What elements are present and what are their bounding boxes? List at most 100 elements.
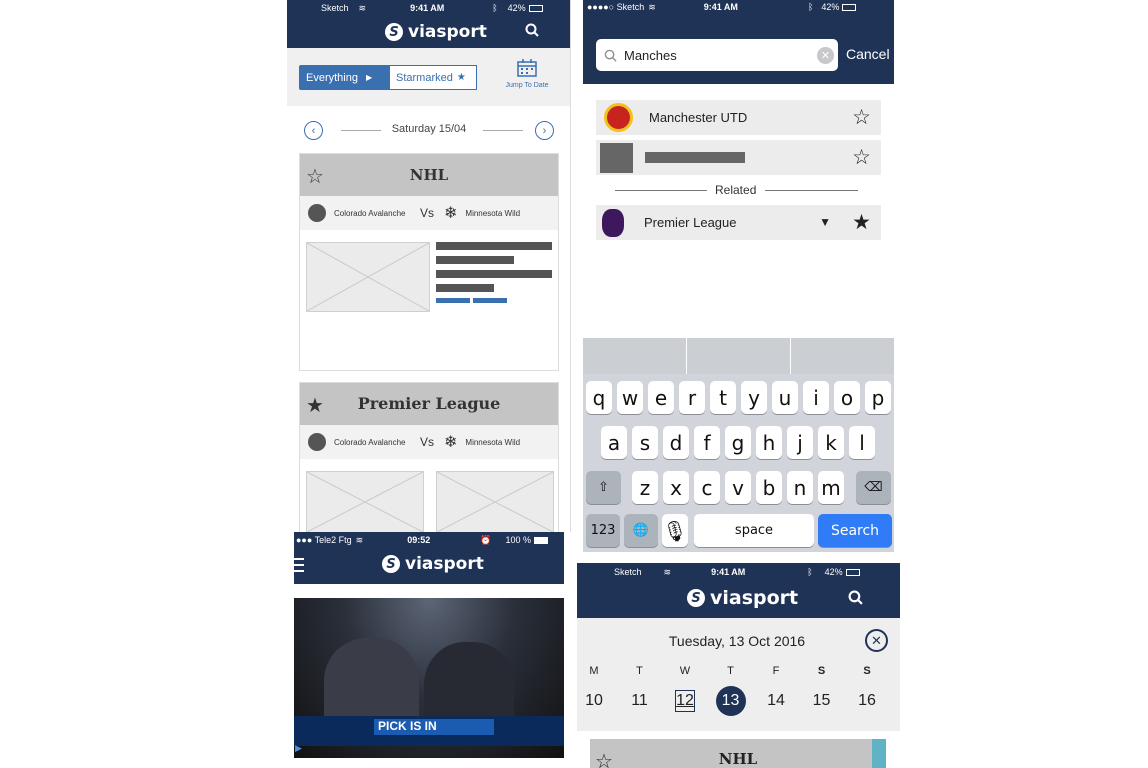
day-cell[interactable]: 10 [579,686,609,716]
prev-date-button[interactable]: ‹ [304,121,323,140]
space-key[interactable]: space [694,514,814,547]
play-icon[interactable]: ▶ [295,743,302,754]
day-cell[interactable]: 14 [761,686,791,716]
key-w[interactable]: w [617,381,643,414]
clear-icon[interactable]: ✕ [817,47,834,64]
star-outline-icon[interactable]: ☆ [852,145,871,170]
key-b[interactable]: b [756,471,782,504]
next-date-button[interactable]: › [535,121,554,140]
globe-key[interactable]: 🌐 [624,514,658,547]
day-cell[interactable]: 16 [852,686,882,716]
star-filled-icon[interactable]: ★ [306,393,324,418]
jump-to-date-button[interactable]: Jump To Date [503,59,551,95]
search-input[interactable]: Manches [624,48,677,63]
image-placeholder [436,471,554,532]
status-bar: ●●● Tele2 Ftg ≋ 09:52 ⏰ 100 % [296,534,562,546]
key-p[interactable]: p [865,381,891,414]
everything-tab[interactable]: Everything ▶ [299,65,389,90]
header: Sviasport [287,16,570,48]
star-outline-icon[interactable]: ☆ [595,749,613,768]
scroll-indicator[interactable] [872,739,886,768]
day-cell[interactable]: 15 [807,686,837,716]
key-i[interactable]: i [803,381,829,414]
key-v[interactable]: v [725,471,751,504]
numbers-key[interactable]: 123 [586,514,620,547]
search-header: ●●●●○ Sketch ≋ 9:41 AM ᛒ 42% Manches ✕ C… [583,0,894,84]
carrier-label: ●●● Tele2 Ftg [296,535,352,545]
chevron-down-icon[interactable]: ▼ [819,215,831,229]
day-selected[interactable]: 13 [715,686,746,716]
key-k[interactable]: k [818,426,844,459]
team-crest-icon [308,204,326,222]
key-h[interactable]: h [756,426,782,459]
weekday-label: M [589,665,599,677]
wifi-icon: ≋ [648,1,656,12]
search-key[interactable]: Search [818,514,892,547]
viasport-logo: Sviasport [385,22,487,42]
key-s[interactable]: s [632,426,658,459]
bluetooth-icon: ᛒ [807,567,813,577]
text-placeholder [645,152,745,163]
day-cell[interactable]: 11 [625,686,655,716]
away-team: Minnesota Wild [465,437,521,447]
battery-icon [845,568,860,576]
key-c[interactable]: c [694,471,720,504]
key-r[interactable]: r [679,381,705,414]
image-placeholder [600,142,633,173]
key-n[interactable]: n [787,471,813,504]
key-m[interactable]: m [818,471,844,504]
weekday-label: S [817,665,826,677]
snowflake-icon: ❄ [444,434,458,451]
key-o[interactable]: o [834,381,860,414]
key-e[interactable]: e [648,381,674,414]
search-field[interactable]: Manches ✕ [596,39,838,71]
key-a[interactable]: a [601,426,627,459]
key-x[interactable]: x [663,471,689,504]
delete-key[interactable]: ⌫ [856,471,891,504]
panel-schedule: Sketch ≋ 9:41 AM ᛒ 42% Sviasport Everyth… [287,0,571,532]
divider [483,130,523,131]
key-t[interactable]: t [710,381,736,414]
vs-label: Vs [420,435,435,449]
carrier-label: Sketch [321,3,349,13]
key-g[interactable]: g [725,426,751,459]
key-q[interactable]: q [586,381,612,414]
star-outline-icon[interactable]: ☆ [852,105,871,130]
league-title: Premier League [357,394,501,413]
match-row[interactable]: Colorado Avalanche Vs ❄ Minnesota Wild [300,425,558,459]
close-icon[interactable]: ✕ [865,629,888,652]
shift-key[interactable]: ⇧ [586,471,621,504]
microphone-key[interactable]: 🎙 [662,514,688,547]
search-icon[interactable] [848,590,863,605]
result-row[interactable]: Manchester UTD ☆ [596,100,881,135]
key-y[interactable]: y [741,381,767,414]
key-l[interactable]: l [849,426,875,459]
video-banner: PICK IS IN [374,719,494,735]
star-outline-icon[interactable]: ☆ [306,164,324,189]
key-j[interactable]: j [787,426,813,459]
search-icon [604,49,617,62]
result-row[interactable]: ☆ [596,140,881,175]
match-row[interactable]: Colorado Avalanche Vs ❄ Minnesota Wild [300,196,558,230]
day-row: 10 11 12 13 14 15 16 [585,686,895,716]
related-row[interactable]: Premier League ▼ ★ [596,205,881,240]
video-header: ●●● Tele2 Ftg ≋ 09:52 ⏰ 100 % Sviasport [294,532,564,584]
menu-icon[interactable] [294,558,304,572]
away-team: Minnesota Wild [465,208,521,218]
search-icon[interactable] [525,23,539,37]
key-d[interactable]: d [663,426,689,459]
star-filled-icon[interactable]: ★ [852,210,871,235]
day-cell[interactable]: 12 [675,690,695,712]
video-player[interactable]: PICK IS IN ▶ [294,598,564,758]
cancel-button[interactable]: Cancel [846,46,890,62]
panel-date-picker: Sketch ≋ 9:41 AM ᛒ 42% Sviasport Tuesday… [577,563,900,768]
key-u[interactable]: u [772,381,798,414]
key-f[interactable]: f [694,426,720,459]
key-z[interactable]: z [632,471,658,504]
carrier-label: ●●●●○ Sketch [587,2,645,12]
time-label: 09:52 [407,535,431,545]
weekday-row: MTWTFSS [585,665,895,679]
wifi-icon: ≋ [358,2,367,13]
starmarked-tab[interactable]: Starmarked ★ [389,65,477,90]
bluetooth-icon: ᛒ [492,3,498,13]
